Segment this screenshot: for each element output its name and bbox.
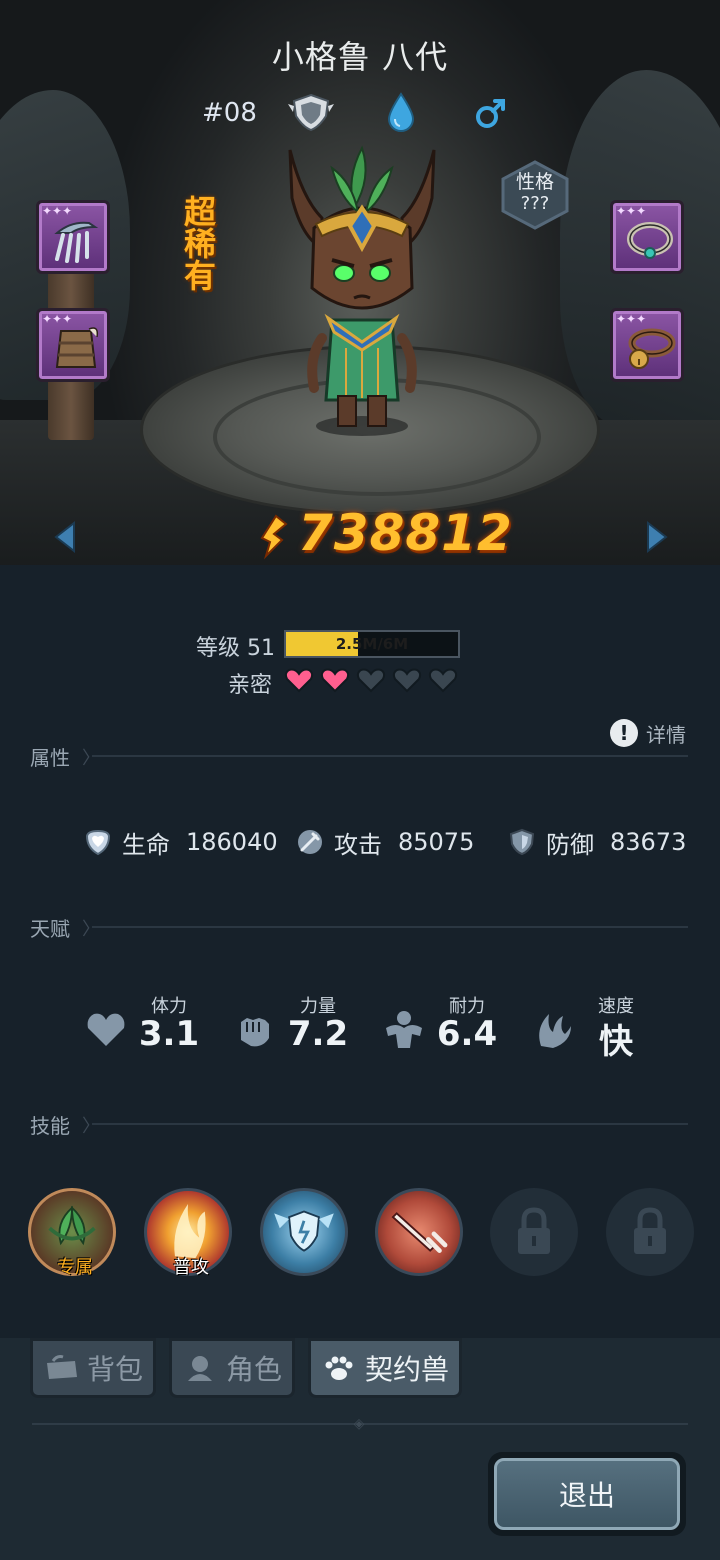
bag-icon xyxy=(46,1355,77,1379)
lock-icon xyxy=(634,1207,666,1254)
hp-shield-icon xyxy=(85,829,111,856)
heart-empty-icon xyxy=(356,668,386,693)
paw-icon xyxy=(325,1356,353,1380)
exp-progress-text: 2.5M/6M xyxy=(335,635,409,653)
heart-icon xyxy=(87,1013,125,1046)
section-title: 属性 xyxy=(30,746,70,770)
section-title: 天赋 xyxy=(30,917,70,941)
talent-speed: 速度 快 xyxy=(531,990,661,1062)
sword-strike-icon xyxy=(391,1212,448,1253)
section-divider xyxy=(92,926,688,928)
section-divider xyxy=(92,755,688,757)
personality-label: 性格 xyxy=(515,171,554,193)
exit-button-label: 退出 xyxy=(494,1458,680,1530)
creature-sprite xyxy=(288,145,436,436)
tab-bag[interactable]: 背包 xyxy=(30,1338,156,1398)
lock-icon xyxy=(518,1207,550,1254)
collar-bell-icon xyxy=(628,328,676,369)
attribute-attack: 攻击 85075 xyxy=(296,826,475,859)
winged-shield-icon xyxy=(274,1210,334,1252)
attribute-value: 83673 xyxy=(610,828,687,856)
talent-value: 3.1 xyxy=(138,1014,200,1054)
skill-locked-2[interactable] xyxy=(606,1188,694,1276)
rarity-label: 超稀有 xyxy=(184,193,217,295)
attribute-name: 攻击 xyxy=(334,830,382,859)
heart-empty-icon xyxy=(428,668,458,693)
talent-endurance: 耐力 6.4 xyxy=(382,990,512,1060)
attribute-hp: 生命 186040 xyxy=(84,826,278,859)
talents-section-header: 天赋 〉 xyxy=(30,913,690,941)
wing-icon xyxy=(539,1014,571,1048)
attributes-section-header: 属性 〉 xyxy=(30,742,690,770)
section-title: 技能 xyxy=(30,1114,70,1138)
talent-value: 快 xyxy=(599,1022,633,1062)
character-name: 小格鲁 八代 xyxy=(271,38,449,76)
level-label: 等级 51 xyxy=(196,636,275,661)
fist-icon xyxy=(241,1018,269,1047)
affection-hearts xyxy=(284,667,458,693)
divider-ornament-icon: ◈ xyxy=(353,1416,365,1432)
talent-value: 7.2 xyxy=(287,1014,349,1054)
exit-button[interactable]: 退出 xyxy=(488,1452,686,1536)
prev-character-arrow-icon[interactable] xyxy=(52,520,78,554)
tab-label: 背包 xyxy=(86,1353,143,1386)
equip-slot-armor[interactable]: ✦✦✦ xyxy=(36,308,110,382)
class-shield-icon[interactable] xyxy=(286,92,336,132)
defense-shield-icon xyxy=(509,828,535,856)
tab-label: 契约兽 xyxy=(364,1353,449,1386)
personality-badge[interactable]: 性格 ??? xyxy=(499,160,571,230)
skills-section-header: 技能 〉 xyxy=(30,1110,690,1138)
tab-label: 角色 xyxy=(225,1353,282,1386)
attribute-name: 生命 xyxy=(122,830,170,859)
skill-normal-attack[interactable]: 普攻 xyxy=(144,1188,232,1278)
muscle-icon xyxy=(386,1011,422,1048)
skill-exclusive[interactable]: 专属 xyxy=(28,1188,116,1278)
equip-slot-collar[interactable]: ✦✦✦ xyxy=(610,308,684,382)
skill-label: 普攻 xyxy=(173,1257,209,1278)
attack-sword-icon xyxy=(298,830,322,854)
talent-value: 6.4 xyxy=(436,1014,498,1054)
equip-slot-necklace[interactable]: ✦✦✦ xyxy=(610,200,684,274)
next-character-arrow-icon[interactable] xyxy=(644,520,670,554)
character-id: #08 xyxy=(202,98,257,128)
tab-contract-beast[interactable]: 契约兽 xyxy=(308,1338,462,1398)
affection-label: 亲密 xyxy=(228,673,273,698)
skill-sword[interactable] xyxy=(375,1188,463,1276)
armor-barrel-icon xyxy=(55,327,99,368)
personality-value: ??? xyxy=(520,193,550,214)
heart-filled-icon xyxy=(284,668,314,693)
claw-icon xyxy=(54,221,99,263)
heart-filled-icon xyxy=(320,668,350,693)
talent-stamina: 体力 3.1 xyxy=(84,990,214,1060)
water-element-icon[interactable] xyxy=(386,92,416,132)
male-gender-icon xyxy=(476,99,505,128)
chevron-right-icon: 〉 xyxy=(82,919,100,940)
combat-power-value: 738812 xyxy=(298,504,513,562)
exp-progress-bar: 2.5M/6M xyxy=(284,630,460,658)
tab-character[interactable]: 角色 xyxy=(169,1338,295,1398)
skill-shield[interactable] xyxy=(260,1188,348,1276)
section-divider xyxy=(92,1123,688,1125)
character-icon xyxy=(187,1356,212,1381)
chevron-right-icon: 〉 xyxy=(82,1116,100,1137)
heart-empty-icon xyxy=(392,668,422,693)
equip-slot-claw[interactable]: ✦✦✦ xyxy=(36,200,110,274)
attribute-name: 防御 xyxy=(546,830,594,859)
combat-power-icon xyxy=(260,514,288,560)
attribute-value: 85075 xyxy=(398,828,475,856)
chevron-right-icon: 〉 xyxy=(82,748,100,769)
talent-strength: 力量 7.2 xyxy=(233,990,363,1060)
skill-locked-1[interactable] xyxy=(490,1188,578,1276)
attribute-value: 186040 xyxy=(186,828,278,856)
skill-label: 专属 xyxy=(57,1257,93,1278)
attribute-defense: 防御 83673 xyxy=(508,826,687,859)
necklace-icon xyxy=(627,222,673,259)
